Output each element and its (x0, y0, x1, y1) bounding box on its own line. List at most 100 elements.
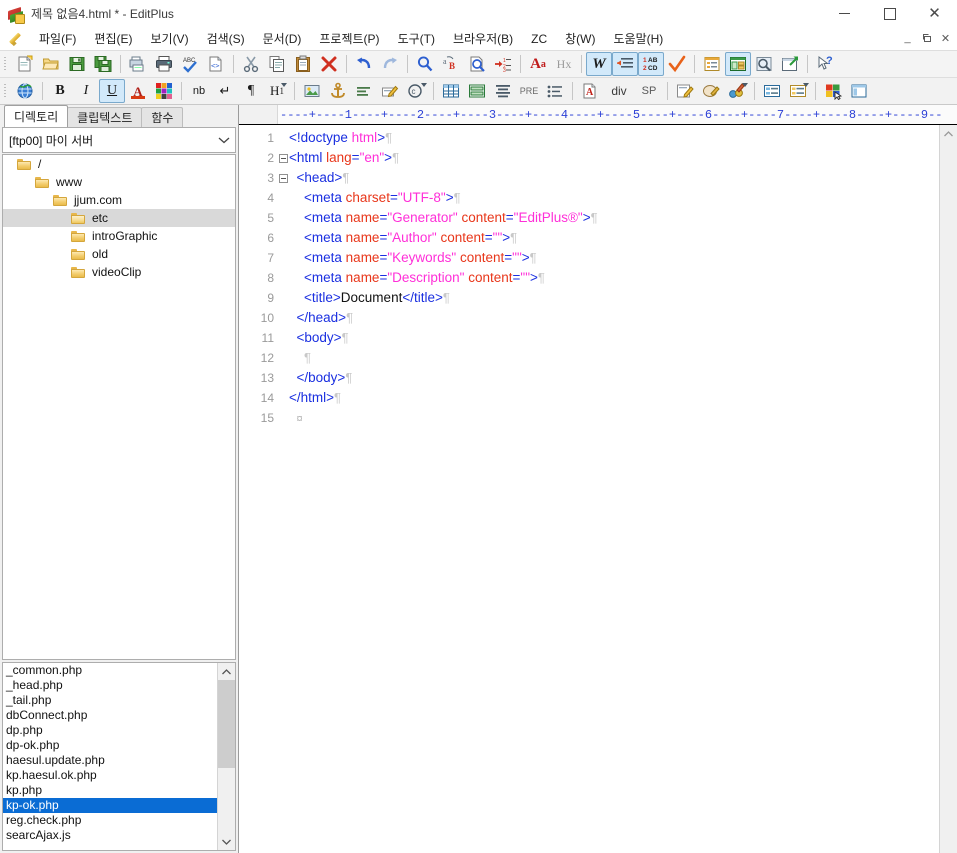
file-list-item[interactable]: _head.php (3, 678, 217, 693)
image-icon[interactable] (299, 79, 325, 103)
fold-box[interactable] (278, 173, 288, 183)
globe-link-icon[interactable] (12, 79, 38, 103)
paste-icon[interactable] (290, 52, 316, 76)
underline-icon[interactable]: U (99, 79, 125, 103)
properties-icon[interactable] (759, 79, 785, 103)
scroll-up-icon[interactable] (218, 663, 235, 680)
color-picker-icon[interactable] (820, 79, 846, 103)
paragraph-icon[interactable]: ¶ (238, 79, 264, 103)
check-syntax-icon[interactable] (664, 52, 690, 76)
print-icon[interactable] (151, 52, 177, 76)
document-selector-icon[interactable] (699, 52, 725, 76)
spellcheck-icon[interactable]: ABC (177, 52, 203, 76)
anchor-icon[interactable] (325, 79, 351, 103)
close-button[interactable]: ✕ (912, 0, 957, 27)
code-line[interactable]: <!doctype html>¶ (289, 128, 939, 148)
code-line[interactable]: <meta name="Description" content="">¶ (289, 268, 939, 288)
nbsp-icon[interactable]: nb (186, 79, 212, 103)
menu-help[interactable]: 도움말(H) (605, 28, 673, 49)
replace-icon[interactable]: aB (438, 52, 464, 76)
fold-toggle-icon[interactable] (277, 148, 289, 168)
tree-node[interactable]: / (3, 155, 235, 173)
menu-file[interactable]: 파일(F) (30, 28, 85, 49)
menu-edit[interactable]: 편집(E) (85, 28, 141, 49)
editor-scroll-track[interactable] (940, 142, 957, 853)
table-icon[interactable] (438, 79, 464, 103)
editor-scroll-up-icon[interactable] (940, 125, 957, 142)
code-line[interactable]: ¤ (289, 408, 939, 428)
delete-icon[interactable] (316, 52, 342, 76)
word-wrap-icon[interactable]: W (586, 52, 612, 76)
code-line[interactable]: <meta charset="UTF-8">¶ (289, 188, 939, 208)
code-line[interactable]: <head>¶ (289, 168, 939, 188)
code-line[interactable]: <html lang="en">¶ (289, 148, 939, 168)
menu-tools[interactable]: 도구(T) (389, 28, 444, 49)
css-edit-icon[interactable] (672, 79, 698, 103)
auto-indent-icon[interactable] (612, 52, 638, 76)
file-list-scrollbar[interactable] (217, 663, 235, 850)
cut-icon[interactable] (238, 52, 264, 76)
tree-node[interactable]: old (3, 245, 235, 263)
italic-icon[interactable]: I (73, 79, 99, 103)
context-help-icon[interactable]: ? (812, 52, 838, 76)
heading-icon[interactable]: H1 (264, 79, 290, 103)
save-all-icon[interactable] (90, 52, 116, 76)
chevron-down-icon[interactable] (213, 128, 235, 152)
undo-icon[interactable] (351, 52, 377, 76)
code-line[interactable]: </body>¶ (289, 368, 939, 388)
file-list-item[interactable]: _tail.php (3, 693, 217, 708)
file-list-item[interactable]: dp.php (3, 723, 217, 738)
list-icon[interactable] (542, 79, 568, 103)
tab-cliptext[interactable]: 클립텍스트 (67, 107, 143, 127)
color-palette-icon[interactable] (151, 79, 177, 103)
goto-line-icon[interactable]: 123 (490, 52, 516, 76)
print-preview-icon[interactable] (125, 52, 151, 76)
code-fold-column[interactable] (277, 125, 289, 853)
pre-icon[interactable]: PRE (516, 79, 542, 103)
file-list-scroll-track[interactable] (218, 680, 235, 833)
tree-node[interactable]: videoClip (3, 263, 235, 281)
css-view-icon[interactable] (698, 79, 724, 103)
file-list-item[interactable]: kp-ok.php (3, 798, 217, 813)
code-line[interactable]: <body>¶ (289, 328, 939, 348)
code-line[interactable]: <meta name="Generator" content="EditPlus… (289, 208, 939, 228)
code-line[interactable]: <title>Document</title>¶ (289, 288, 939, 308)
directory-tree[interactable]: / www jjum.com etc introGraphic old videoClip (2, 154, 236, 660)
file-list-item[interactable]: dp-ok.php (3, 738, 217, 753)
fold-box[interactable] (278, 153, 288, 163)
code-text-area[interactable]: 1 2 3 4 5 6 7 8 9 10 11 12 13 14 15 <!doctype html>¶ <h… (239, 125, 939, 853)
copyright-icon[interactable]: c (403, 79, 429, 103)
code-line[interactable]: <meta name="Keywords" content="">¶ (289, 248, 939, 268)
tree-node[interactable]: introGraphic (3, 227, 235, 245)
directory-window-icon[interactable] (725, 52, 751, 76)
server-select[interactable]: [ftp00] 마이 서버 (2, 127, 236, 153)
new-file-icon[interactable] (12, 52, 38, 76)
code-line[interactable]: </html>¶ (289, 388, 939, 408)
scroll-down-icon[interactable] (218, 833, 235, 850)
menu-zc[interactable]: ZC (522, 30, 556, 48)
preview-icon[interactable] (751, 52, 777, 76)
open-file-icon[interactable] (38, 52, 64, 76)
copy-icon[interactable] (264, 52, 290, 76)
menu-browser[interactable]: 브라우저(B) (444, 28, 522, 49)
line-break-icon[interactable]: ↵ (212, 79, 238, 103)
tab-functions[interactable]: 함수 (141, 107, 184, 127)
file-list-item[interactable]: searcAjax.js (3, 828, 217, 843)
fold-toggle-icon[interactable] (277, 168, 289, 188)
blockquote-icon[interactable] (490, 79, 516, 103)
code-line[interactable]: <meta name="Author" content="">¶ (289, 228, 939, 248)
menu-search[interactable]: 검색(S) (198, 28, 254, 49)
div-tag-icon[interactable]: div (603, 79, 635, 103)
layout-icon[interactable] (846, 79, 872, 103)
file-list-item[interactable]: _common.php (3, 663, 217, 678)
edit-marker-icon[interactable] (377, 79, 403, 103)
tree-node[interactable]: www (3, 173, 235, 191)
attributes-icon[interactable] (785, 79, 811, 103)
line-numbers-icon[interactable]: 1 2 AB CD (638, 52, 664, 76)
anchor-tag-icon[interactable]: A (577, 79, 603, 103)
code-line[interactable]: ¶ (289, 348, 939, 368)
font-icon[interactable]: Aa (525, 52, 551, 76)
editor-scrollbar[interactable] (939, 125, 957, 853)
redo-icon[interactable] (377, 52, 403, 76)
menu-view[interactable]: 보기(V) (141, 28, 197, 49)
